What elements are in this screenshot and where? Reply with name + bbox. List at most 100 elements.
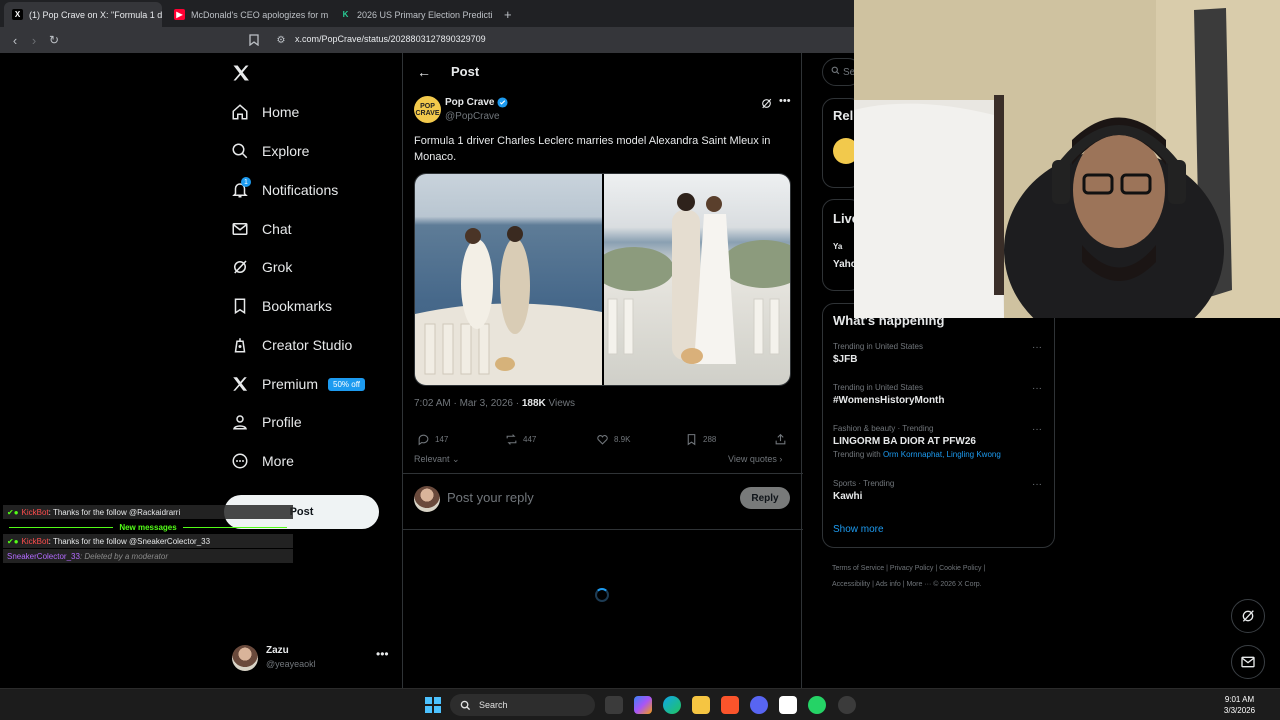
browser-tab-mcdonalds[interactable]: ▶ McDonald's CEO apologizes for mes	[166, 2, 328, 27]
reply-button[interactable]: Reply	[740, 487, 790, 509]
avatar	[414, 486, 440, 512]
trend-item[interactable]: Trending in United States #WomensHistory…	[833, 383, 1048, 406]
tab-label: McDonald's CEO apologizes for mes	[191, 9, 328, 20]
chat-badge-icon: ✔●	[7, 507, 19, 517]
trend-more-icon[interactable]: ···	[1032, 424, 1042, 435]
reload-icon[interactable]: ↻	[45, 31, 63, 49]
reply-action[interactable]: 147	[417, 431, 448, 447]
post-timestamp[interactable]: 7:02 AM · Mar 3, 2026 ·	[414, 398, 522, 409]
trend-item[interactable]: Sports · Trending Kawhi ···	[833, 479, 1048, 502]
trend-related: Trending with Orm Kornnaphat, Lingling K…	[833, 450, 1048, 459]
repost-action[interactable]: 447	[505, 431, 536, 447]
post-detail-column: ← Post POP CRAVE Pop Crave @PopCrave •••…	[402, 53, 803, 688]
account-switcher[interactable]: Zazu @yeayeaokl •••	[232, 643, 392, 677]
nav-bookmarks[interactable]: Bookmarks	[231, 292, 332, 320]
chevron-down-icon: ⌄	[452, 454, 460, 464]
messages-floating-button[interactable]	[1231, 645, 1265, 679]
nav-premium[interactable]: Premium 50% off	[231, 370, 365, 398]
browser-tab-kalshi[interactable]: K 2026 US Primary Election Predictions	[332, 2, 492, 27]
trend-context: Sports · Trending	[833, 479, 895, 488]
like-action[interactable]: 8.9K	[596, 431, 630, 447]
wedding-photo-2[interactable]	[594, 174, 790, 385]
trend-more-icon[interactable]: ···	[1032, 479, 1042, 490]
bookmark-action[interactable]: 288	[685, 431, 716, 447]
url-field[interactable]: x.com/PopCrave/status/202880312789032970…	[295, 34, 486, 44]
grok-icon[interactable]	[760, 97, 773, 110]
system-clock[interactable]: 9:01 AM 3/3/2026	[1212, 694, 1267, 716]
home-icon	[231, 103, 249, 121]
back-arrow-icon[interactable]: ←	[417, 64, 431, 80]
nav-profile[interactable]: Profile	[231, 408, 302, 436]
stream-chat-overlay: ✔● KickBot : Thanks for the follow @Rack…	[3, 505, 293, 564]
show-more-link[interactable]: Show more	[833, 524, 884, 535]
bell-icon: 1	[231, 177, 251, 199]
bookmark-page-icon[interactable]	[245, 31, 263, 49]
taskbar-search-label: Search	[479, 700, 508, 710]
share-action[interactable]	[774, 431, 792, 447]
nav-creator-studio[interactable]: Creator Studio	[231, 331, 352, 359]
nav-label: Chat	[262, 221, 292, 237]
back-arrow-icon[interactable]: ‹	[6, 31, 24, 49]
trend-related-names[interactable]: Orm Kornnaphat, Lingling Kwong	[883, 450, 1001, 459]
reply-sort-label: Relevant	[414, 454, 450, 464]
discord-icon[interactable]	[750, 696, 768, 714]
live-title[interactable]: Yahc	[833, 259, 856, 270]
reply-input[interactable]: Post your reply	[447, 490, 534, 505]
chat-text: : Thanks for the follow @Rackaidrarri	[48, 507, 181, 517]
account-name: Zazu	[266, 645, 289, 656]
trend-title: $JFB	[833, 354, 858, 365]
clock-date: 3/3/2026	[1223, 706, 1256, 715]
capcut-icon[interactable]	[779, 696, 797, 714]
trend-context: Fashion & beauty · Trending	[833, 424, 934, 433]
chat-message: ✔● KickBot : Thanks for the follow @Snea…	[3, 534, 293, 548]
nav-more[interactable]: More	[231, 447, 294, 475]
chat-text: : Deleted by a moderator	[79, 551, 168, 561]
chat-username: KickBot	[21, 507, 49, 517]
view-quotes-link[interactable]: View quotes ›	[728, 454, 782, 464]
post-more-icon[interactable]: •••	[779, 95, 791, 107]
footer-line[interactable]: Terms of Service | Privacy Policy | Cook…	[832, 561, 1042, 577]
file-explorer-icon[interactable]	[692, 696, 710, 714]
view-count: 188K	[521, 398, 546, 409]
x-logo-icon[interactable]	[231, 63, 251, 83]
new-tab-button[interactable]: +	[496, 2, 516, 27]
nav-explore[interactable]: Explore	[231, 137, 309, 165]
trend-more-icon[interactable]: ···	[1032, 342, 1042, 353]
windows-start-icon[interactable]	[425, 697, 441, 713]
post-media[interactable]	[414, 173, 791, 386]
nav-notifications[interactable]: 1 Notifications	[231, 176, 338, 204]
chatgpt-icon[interactable]	[838, 696, 856, 714]
trend-item[interactable]: Trending in United States $JFB ···	[833, 342, 1048, 365]
footer-line[interactable]: Accessibility | Ads info | More ··· © 20…	[832, 577, 1042, 593]
chat-username: SneakerColector_33	[7, 551, 80, 561]
live-host[interactable]: Ya	[833, 242, 842, 251]
edge-icon[interactable]	[663, 696, 681, 714]
site-settings-icon[interactable]: ⚙	[272, 31, 290, 49]
relevant-people-heading: Rel	[833, 108, 854, 123]
grok-floating-button[interactable]	[1231, 599, 1265, 633]
nav-chat[interactable]: Chat	[231, 215, 292, 243]
copilot-icon[interactable]	[634, 696, 652, 714]
author-handle[interactable]: @PopCrave	[445, 111, 500, 122]
author-avatar[interactable]: POP CRAVE	[414, 96, 441, 123]
trend-more-icon[interactable]: ···	[1032, 383, 1042, 394]
grok-icon	[1242, 610, 1254, 622]
wedding-photo-1[interactable]	[415, 174, 602, 385]
taskbar-search[interactable]: Search	[450, 694, 595, 716]
views-label: Views	[545, 398, 576, 409]
reply-sort-dropdown[interactable]: Relevant ⌄	[414, 454, 460, 465]
nav-grok[interactable]: Grok	[231, 253, 292, 281]
author-name-link[interactable]: Pop Crave	[445, 97, 509, 108]
clock-time: 9:01 AM	[1224, 695, 1255, 704]
task-view-icon[interactable]	[605, 696, 623, 714]
trend-item[interactable]: Fashion & beauty · Trending LINGORM BA D…	[833, 424, 1048, 459]
nav-home[interactable]: Home	[231, 98, 299, 126]
browser-tab-pop-crave[interactable]: X (1) Pop Crave on X: "Formula 1 d ✕	[4, 2, 162, 27]
more-dots-icon[interactable]: •••	[376, 647, 389, 661]
brave-browser-icon[interactable]	[721, 696, 739, 714]
view-quotes-label: View quotes	[728, 454, 777, 464]
whatsapp-icon[interactable]	[808, 696, 826, 714]
reply-count: 147	[435, 434, 449, 444]
forward-arrow-icon[interactable]: ›	[25, 31, 43, 49]
mail-icon	[231, 220, 249, 238]
